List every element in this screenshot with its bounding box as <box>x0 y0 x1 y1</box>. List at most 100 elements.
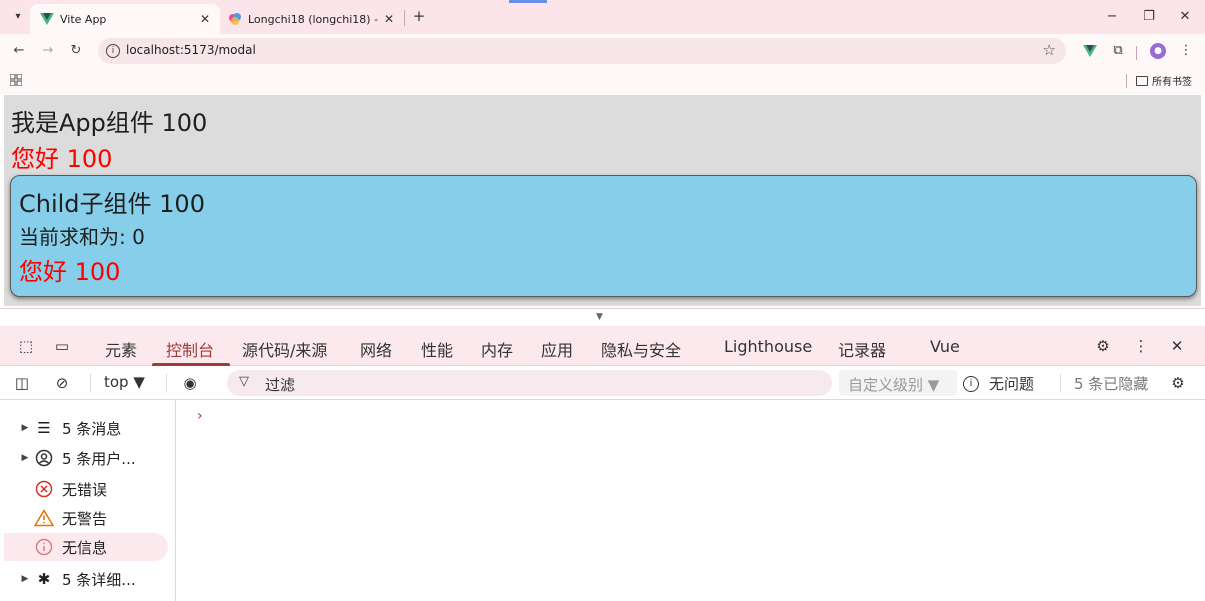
sidebar-item-errors[interactable]: 无错误 <box>4 475 168 503</box>
tab-vue[interactable]: Vue <box>930 337 960 356</box>
vue-devtools-extension-icon[interactable] <box>1080 42 1100 60</box>
page-viewport: 我是App组件 100 您好 100 Child子组件 100 当前求和为: 0… <box>0 95 1205 308</box>
bookmarks-bar: 所有书签 <box>0 68 1205 94</box>
inspect-element-icon[interactable]: ⬚ <box>16 336 36 356</box>
tab-console[interactable]: 控制台 <box>166 337 214 361</box>
log-level-select[interactable]: 自定义级别 ▼ <box>839 370 957 396</box>
tab-title: Vite App <box>60 12 107 26</box>
close-tab-icon[interactable]: ✕ <box>380 12 398 26</box>
extensions-puzzle-icon[interactable]: ⧉ <box>1108 42 1128 60</box>
sidebar-item-label: 无警告 <box>62 509 108 528</box>
new-tab-plus-icon[interactable]: + <box>410 6 428 26</box>
child-title: Child子组件 100 <box>19 190 205 218</box>
close-tab-icon[interactable]: ✕ <box>196 12 214 26</box>
tab-divider <box>404 10 405 26</box>
filter-divider <box>1060 374 1061 392</box>
tab-lighthouse[interactable]: Lighthouse <box>724 337 812 356</box>
app-greeting: 您好 100 <box>11 145 113 173</box>
tab-memory[interactable]: 内存 <box>481 337 513 361</box>
more-options-kebab-icon[interactable]: ⋮ <box>1131 336 1151 356</box>
maximize-icon[interactable]: ❐ <box>1134 6 1164 28</box>
hidden-messages-count: 5 条已隐藏 <box>1074 375 1149 393</box>
error-icon <box>32 479 56 499</box>
issues-button[interactable]: i 无问题 <box>963 373 1034 394</box>
tab-performance[interactable]: 性能 <box>421 337 453 361</box>
sidebar-item-label: 5 条详细... <box>62 570 136 589</box>
tab-recorder[interactable]: 记录器 <box>838 337 886 361</box>
clear-console-icon[interactable]: ⊘ <box>52 373 72 393</box>
devtools-tab-strip: ⬚ ▭ 元素 控制台 源代码/来源 网络 性能 内存 应用 隐私与安全 Ligh… <box>0 326 1205 366</box>
device-toolbar-icon[interactable]: ▭ <box>52 336 72 356</box>
all-bookmarks-label: 所有书签 <box>1152 77 1192 88</box>
all-bookmarks-folder[interactable]: 所有书签 <box>1136 73 1192 88</box>
info-icon <box>32 537 56 557</box>
log-level-label: 自定义级别 ▼ <box>848 376 940 394</box>
console-prompt[interactable]: › <box>197 408 203 424</box>
forward-arrow-icon[interactable]: → <box>38 42 58 60</box>
issues-info-icon: i <box>963 375 979 392</box>
expand-triangle-icon[interactable]: ▶ <box>18 453 32 463</box>
filter-divider <box>90 374 91 392</box>
bug-icon: ✱ <box>37 570 51 588</box>
filter-divider <box>166 374 167 392</box>
sidebar-item-warnings[interactable]: 无警告 <box>4 504 168 532</box>
close-window-icon[interactable]: ✕ <box>1170 6 1200 28</box>
child-sum: 当前求和为: 0 <box>19 225 145 249</box>
app-title: 我是App组件 100 <box>11 109 208 137</box>
minimize-icon[interactable]: − <box>1097 6 1127 28</box>
close-devtools-icon[interactable]: ✕ <box>1167 336 1187 356</box>
sidebar-item-verbose[interactable]: ▶ ✱ 5 条详细... <box>4 565 168 593</box>
child-greeting: 您好 100 <box>19 258 121 286</box>
tab-longchi18[interactable]: Longchi18 (longchi18) - 路过 ✕ <box>222 4 404 34</box>
devtools-resize-handle[interactable]: ▼ <box>0 308 1205 326</box>
sidebar-item-messages[interactable]: ▶ ☰ 5 条消息 <box>4 414 168 442</box>
issues-label: 无问题 <box>989 375 1035 393</box>
context-select[interactable]: top ▼ <box>104 373 145 391</box>
console-output[interactable]: › <box>177 400 1205 601</box>
sidebar-item-info[interactable]: 无信息 <box>4 533 168 561</box>
menu-kebab-icon[interactable]: ⋮ <box>1176 42 1196 60</box>
grip-triangle-icon: ▼ <box>596 312 603 322</box>
sidebar-item-label: 5 条用户... <box>62 449 136 468</box>
site-info-icon[interactable]: i <box>106 44 120 58</box>
tab-network[interactable]: 网络 <box>360 337 392 361</box>
bookmark-star-icon[interactable]: ☆ <box>1043 41 1056 59</box>
back-arrow-icon[interactable]: ← <box>9 42 29 60</box>
address-url[interactable]: localhost:5173/modal <box>126 43 256 57</box>
sidebar-item-label: 无信息 <box>62 538 108 557</box>
list-icon: ☰ <box>37 419 51 437</box>
expand-triangle-icon[interactable]: ▶ <box>18 423 32 433</box>
filter-funnel-icon: ▽ <box>239 374 249 389</box>
filter-placeholder: 过滤 <box>265 376 296 394</box>
sidebar-item-user-messages[interactable]: ▶ 5 条用户... <box>4 444 168 472</box>
profile-avatar-icon[interactable]: ● <box>1150 43 1166 59</box>
tab-privacy-security[interactable]: 隐私与安全 <box>601 337 681 361</box>
app-component: 我是App组件 100 您好 100 Child子组件 100 当前求和为: 0… <box>4 95 1201 306</box>
tab-application[interactable]: 应用 <box>541 337 573 361</box>
accent-strip <box>509 0 547 3</box>
bookmarks-divider <box>1126 74 1127 88</box>
apps-grid-icon[interactable] <box>9 73 24 88</box>
tab-search-chevron-down-icon[interactable]: ▾ <box>8 8 28 26</box>
console-filter-bar: ◫ ⊘ top ▼ ◉ ▽ 过滤 自定义级别 ▼ i 无问题 5 条已隐藏 ⚙ <box>0 366 1205 400</box>
warning-icon <box>32 508 56 528</box>
sidebar-item-label: 5 条消息 <box>62 419 122 438</box>
child-component: Child子组件 100 当前求和为: 0 您好 100 <box>10 175 1197 297</box>
sidebar-toggle-icon[interactable]: ◫ <box>12 373 32 393</box>
address-bar[interactable]: i localhost:5173/modal ☆ <box>98 38 1066 64</box>
folder-icon <box>1136 75 1148 86</box>
console-settings-gear-icon[interactable]: ⚙ <box>1168 373 1188 393</box>
console-sidebar: ▶ ☰ 5 条消息 ▶ 5 条用户... 无错误 无警告 无信息 ▶ ✱ 5 条… <box>0 400 176 601</box>
tab-strip: ▾ Vite App ✕ Longchi18 (longchi18) - 路过 … <box>0 0 1205 34</box>
settings-gear-icon[interactable]: ⚙ <box>1093 336 1113 356</box>
tab-elements[interactable]: 元素 <box>105 337 137 361</box>
console-filter-input[interactable]: ▽ 过滤 <box>227 370 832 396</box>
user-circle-icon <box>32 448 56 468</box>
tab-vite-app[interactable]: Vite App ✕ <box>30 4 220 34</box>
reload-icon[interactable]: ↻ <box>66 42 86 60</box>
sidebar-item-label: 无错误 <box>62 480 108 499</box>
tab-sources[interactable]: 源代码/来源 <box>242 337 327 361</box>
toolbar-divider <box>1136 46 1137 60</box>
expand-triangle-icon[interactable]: ▶ <box>18 574 32 584</box>
live-expression-eye-icon[interactable]: ◉ <box>180 373 200 393</box>
